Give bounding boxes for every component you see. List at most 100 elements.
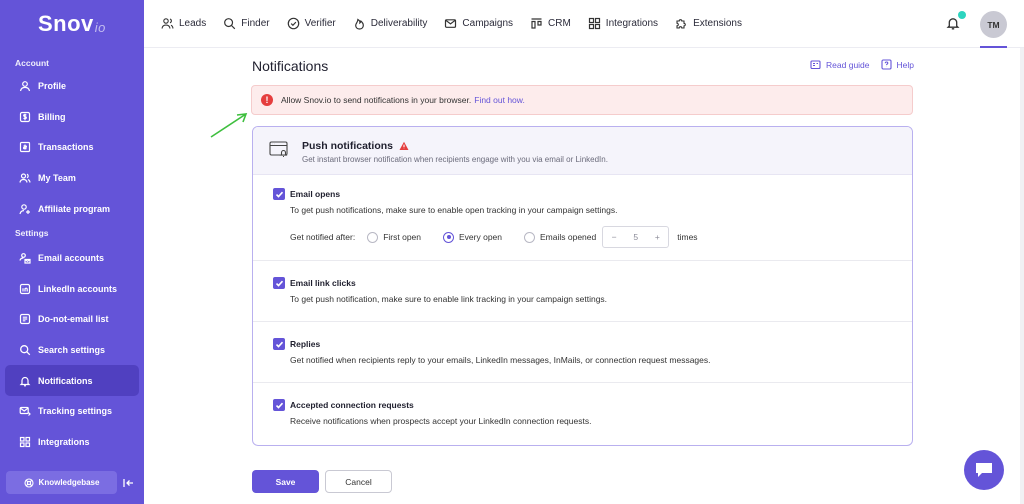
nav-extensions[interactable]: Extensions [675,17,742,30]
check-icon [275,402,283,409]
decrement-button[interactable]: − [603,232,625,242]
option-title: Email link clicks [290,278,356,288]
sidebar-item-notifications[interactable]: Notifications [5,365,139,396]
push-notifications-card: Push notifications Get instant browser n… [252,126,913,446]
email-opens-checkbox[interactable] [273,188,285,200]
notify-after-options: Get notified after: First open Every ope… [290,226,698,248]
increment-button[interactable]: + [647,232,669,242]
stepper-value[interactable]: 5 [625,232,647,242]
sidebar-item-transactions[interactable]: Transactions [5,132,139,163]
sidebar-item-integrations[interactable]: Integrations [5,427,139,458]
sidebar-item-email-accounts[interactable]: Email accounts [5,243,139,274]
linkedin-icon [19,283,31,294]
knowledgebase-button[interactable]: Knowledgebase [6,471,117,494]
radio-first-open[interactable]: First open [367,231,421,243]
option-title: Accepted connection requests [290,400,414,410]
sidebar-item-label: My Team [38,173,76,184]
sidebar-item-label: Transactions [38,142,94,153]
section-label-settings: Settings [15,227,49,238]
nav-campaigns[interactable]: Campaigns [444,17,513,30]
alert-text: Allow Snov.io to send notifications in y… [281,95,472,105]
option-replies: Replies Get notified when recipients rep… [253,322,912,383]
cancel-button[interactable]: Cancel [325,470,392,493]
option-title: Replies [290,339,321,349]
sidebar-item-label: Affiliate program [38,203,111,214]
nav-integrations[interactable]: Integrations [588,17,658,30]
radio-emails-opened[interactable]: Emails opened [524,231,596,243]
brand-logo[interactable]: Snov io [0,0,144,48]
find-out-how-link[interactable]: Find out how. [474,95,525,105]
chat-widget-button[interactable] [964,450,1004,490]
check-circle-icon [287,17,299,30]
page-title: Notifications [252,58,329,74]
leads-icon [161,18,174,29]
lifebuoy-icon [23,477,34,488]
notify-after-label: Get notified after: [290,232,356,242]
section-label-account: Account [15,58,49,68]
sidebar-item-label: Email accounts [38,253,105,264]
collapse-sidebar-icon[interactable] [122,476,136,490]
check-icon [275,341,283,348]
option-email-link-clicks: Email link clicks To get push notificati… [253,261,912,322]
nav-leads[interactable]: Leads [161,17,206,30]
help-icon [880,59,892,70]
sidebar-item-label: Do-not-email list [38,314,109,325]
sidebar-item-label: Integrations [38,436,90,447]
sidebar-item-do-not-email[interactable]: Do-not-email list [5,304,139,335]
warning-icon [399,141,409,150]
sidebar-item-search-settings[interactable]: Search settings [5,335,139,366]
puzzle-icon [676,19,686,29]
avatar-underline [980,46,1007,48]
check-icon [275,191,283,198]
nav-crm[interactable]: CRM [530,17,571,30]
mail-icon [445,19,457,28]
grid-icon [19,436,31,447]
email-accounts-icon [19,253,31,264]
sidebar-item-tracking-settings[interactable]: Tracking settings [5,396,139,427]
read-guide-link[interactable]: Read guide [810,59,870,70]
nav-verifier[interactable]: Verifier [287,17,336,30]
card-title: Push notifications [302,140,394,152]
nav-finder[interactable]: Finder [223,17,270,30]
search-icon [20,345,31,356]
notifications-bell-icon[interactable] [946,16,960,30]
replies-checkbox[interactable] [273,338,285,350]
green-arrow-icon [210,113,248,138]
sidebar-item-my-team[interactable]: My Team [5,163,139,194]
sidebar-item-label: Billing [38,111,66,122]
radio-every-open[interactable]: Every open [443,231,502,243]
email-link-clicks-checkbox[interactable] [273,277,285,289]
sidebar-item-label: Notifications [38,375,93,386]
chat-icon [976,463,992,477]
list-icon [19,314,31,325]
browser-notification-icon [269,141,288,158]
option-description: Receive notifications when prospects acc… [290,416,592,426]
times-label: times [677,232,698,242]
book-icon [810,60,821,70]
sidebar-item-linkedin-accounts[interactable]: LinkedIn accounts [5,274,139,305]
check-icon [275,280,283,287]
scrollbar[interactable] [1020,48,1024,504]
bell-icon [19,376,31,387]
grid-icon [588,17,600,30]
nav-deliverability[interactable]: Deliverability [353,17,427,30]
accepted-connection-checkbox[interactable] [273,399,285,411]
sidebar: Snov io Account Profile Billing Transacti… [0,0,144,504]
option-description: To get push notification, make sure to e… [290,294,608,304]
option-accepted-connection-requests: Accepted connection requests Receive not… [253,383,912,445]
option-email-opens: Email opens To get push notifications, m… [253,175,912,261]
save-button[interactable]: Save [252,470,319,493]
sidebar-item-profile[interactable]: Profile [5,71,139,102]
browser-permission-alert: ! Allow Snov.io to send notifications in… [251,85,913,115]
flame-icon [354,18,364,30]
crm-icon [531,18,542,29]
avatar[interactable]: TM [980,11,1007,38]
sidebar-item-label: Search settings [38,345,106,356]
option-description: Get notified when recipients reply to yo… [290,355,711,365]
help-link[interactable]: Help [880,59,914,70]
emails-opened-stepper[interactable]: −5 + [602,226,670,248]
sidebar-item-label: Tracking settings [38,406,113,417]
sidebar-item-label: LinkedIn accounts [38,283,118,294]
sidebar-item-affiliate[interactable]: Affiliate program [5,193,139,224]
sidebar-item-billing[interactable]: Billing [5,102,139,133]
